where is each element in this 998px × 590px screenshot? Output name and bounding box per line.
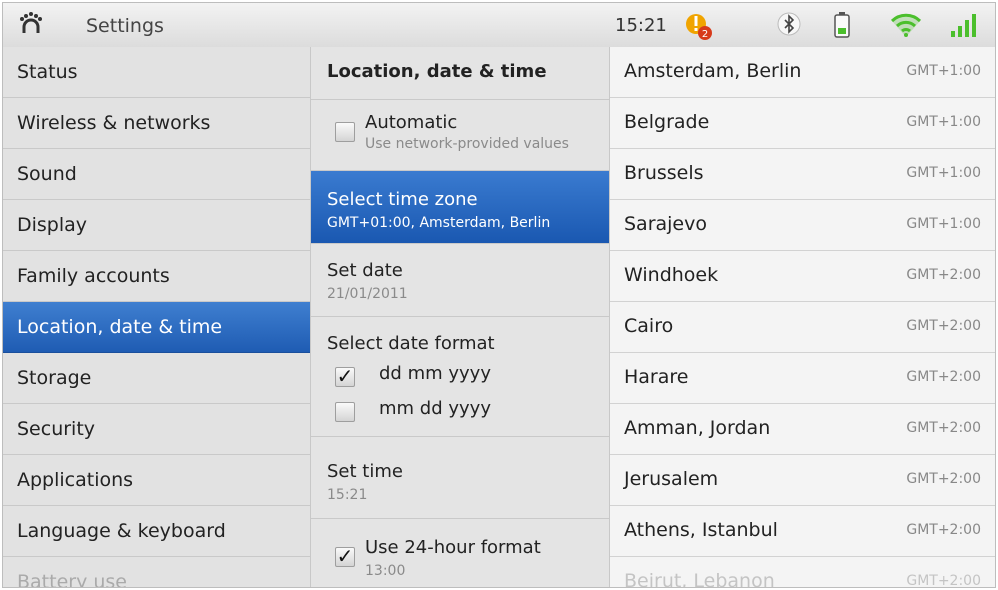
status-clock: 15:21 bbox=[615, 15, 667, 36]
time-zone-name: Amman, Jordan bbox=[624, 417, 771, 439]
time-zone-row-windhoek[interactable]: Windhoek GMT+2:00 bbox=[610, 251, 995, 302]
use-24-hour-checkbox[interactable]: ✓ bbox=[335, 546, 355, 567]
menu-item-sound[interactable]: Sound bbox=[3, 149, 310, 200]
set-date-label: Set date bbox=[327, 260, 403, 281]
wifi-icon bbox=[890, 13, 922, 37]
date-format-option-dd-mm-yyyy[interactable]: dd mm yyyy bbox=[379, 363, 491, 384]
time-zone-name: Belgrade bbox=[624, 111, 710, 133]
time-zone-offset: GMT+2:00 bbox=[906, 471, 981, 487]
time-zone-offset: GMT+2:00 bbox=[906, 267, 981, 283]
time-zone-row-cairo[interactable]: Cairo GMT+2:00 bbox=[610, 302, 995, 353]
date-format-label: Select date format bbox=[327, 333, 495, 354]
time-zone-name: Sarajevo bbox=[624, 213, 707, 235]
panel-title: Location, date & time bbox=[311, 47, 609, 100]
use-24-hour-setting[interactable]: ✓ Use 24-hour format 13:00 bbox=[311, 519, 609, 587]
time-zone-offset: GMT+2:00 bbox=[906, 318, 981, 334]
time-zone-row-amsterdam-berlin[interactable]: Amsterdam, Berlin GMT+1:00 bbox=[610, 47, 995, 98]
time-zone-name: Beirut, Lebanon bbox=[624, 570, 775, 587]
automatic-label: Automatic bbox=[365, 112, 458, 133]
use-24-hour-label: Use 24-hour format bbox=[365, 537, 541, 558]
menu-item-battery-use[interactable]: Battery use bbox=[3, 557, 310, 587]
time-zone-row-athens-istanbul[interactable]: Athens, Istanbul GMT+2:00 bbox=[610, 506, 995, 557]
time-zone-offset: GMT+1:00 bbox=[906, 114, 981, 130]
menu-item-security[interactable]: Security bbox=[3, 404, 310, 455]
time-zone-offset: GMT+2:00 bbox=[906, 369, 981, 385]
time-zone-offset: GMT+2:00 bbox=[906, 522, 981, 538]
menu-item-family-accounts[interactable]: Family accounts bbox=[3, 251, 310, 302]
time-zone-offset: GMT+1:00 bbox=[906, 216, 981, 232]
time-zone-name: Cairo bbox=[624, 315, 674, 337]
time-zone-name: Windhoek bbox=[624, 264, 719, 286]
automatic-setting[interactable]: Automatic Use network-provided values bbox=[311, 100, 609, 171]
time-zone-offset: GMT+2:00 bbox=[906, 420, 981, 436]
time-zone-label: Select time zone bbox=[327, 189, 478, 210]
time-zone-offset: GMT+1:00 bbox=[906, 165, 981, 181]
time-zone-name: Brussels bbox=[624, 162, 704, 184]
time-zone-offset: GMT+2:00 bbox=[906, 573, 981, 587]
time-zone-row-beirut-lebanon[interactable]: Beirut, Lebanon GMT+2:00 bbox=[610, 557, 995, 587]
time-zone-row-amman-jordan[interactable]: Amman, Jordan GMT+2:00 bbox=[610, 404, 995, 455]
time-zone-name: Amsterdam, Berlin bbox=[624, 60, 802, 82]
date-time-settings-panel: Location, date & time Automatic Use netw… bbox=[311, 47, 610, 587]
select-time-zone-setting[interactable]: Select time zone GMT+01:00, Amsterdam, B… bbox=[311, 171, 609, 244]
settings-category-list: Status Wireless & networks Sound Display… bbox=[3, 47, 311, 587]
time-zone-row-brussels[interactable]: Brussels GMT+1:00 bbox=[610, 149, 995, 200]
android-logo-icon bbox=[20, 12, 42, 33]
time-zone-row-harare[interactable]: Harare GMT+2:00 bbox=[610, 353, 995, 404]
time-zone-row-belgrade[interactable]: Belgrade GMT+1:00 bbox=[610, 98, 995, 149]
time-zone-value: GMT+01:00, Amsterdam, Berlin bbox=[327, 215, 551, 231]
battery-icon bbox=[834, 12, 850, 38]
time-zone-row-sarajevo[interactable]: Sarajevo GMT+1:00 bbox=[610, 200, 995, 251]
bluetooth-icon bbox=[777, 12, 801, 36]
app-title: Settings bbox=[86, 15, 164, 37]
date-format-option-dd-mm-yyyy-checkbox[interactable]: ✓ bbox=[335, 366, 355, 387]
menu-item-applications[interactable]: Applications bbox=[3, 455, 310, 506]
time-zone-name: Harare bbox=[624, 366, 689, 388]
signal-icon bbox=[951, 14, 976, 37]
time-zone-name: Athens, Istanbul bbox=[624, 519, 778, 541]
settings-window: Settings 15:21 2 Status Wireless & netwo… bbox=[3, 3, 995, 587]
set-time-setting[interactable]: Set time 15:21 bbox=[311, 437, 609, 519]
status-bar: Settings 15:21 2 bbox=[3, 3, 995, 48]
notification-alert-icon[interactable]: 2 bbox=[685, 11, 713, 41]
set-time-value: 15:21 bbox=[327, 487, 368, 503]
menu-item-wireless-networks[interactable]: Wireless & networks bbox=[3, 98, 310, 149]
use-24-hour-sub: 13:00 bbox=[365, 563, 406, 579]
menu-item-location-date-time[interactable]: Location, date & time bbox=[3, 302, 310, 353]
time-zone-offset: GMT+1:00 bbox=[906, 63, 981, 79]
set-time-label: Set time bbox=[327, 461, 403, 482]
time-zone-list: Amsterdam, Berlin GMT+1:00 Belgrade GMT+… bbox=[610, 47, 995, 587]
date-format-setting: Select date format ✓ dd mm yyyy mm dd yy… bbox=[311, 317, 609, 437]
set-date-value: 21/01/2011 bbox=[327, 286, 408, 302]
time-zone-name: Jerusalem bbox=[624, 468, 719, 490]
date-format-option-mm-dd-yyyy[interactable]: mm dd yyyy bbox=[379, 398, 491, 419]
menu-item-storage[interactable]: Storage bbox=[3, 353, 310, 404]
menu-item-status[interactable]: Status bbox=[3, 47, 310, 98]
date-format-option-mm-dd-yyyy-checkbox[interactable] bbox=[335, 402, 355, 422]
menu-item-language-keyboard[interactable]: Language & keyboard bbox=[3, 506, 310, 557]
time-zone-row-jerusalem[interactable]: Jerusalem GMT+2:00 bbox=[610, 455, 995, 506]
set-date-setting[interactable]: Set date 21/01/2011 bbox=[311, 244, 609, 317]
automatic-checkbox[interactable] bbox=[335, 122, 355, 142]
notification-count: 2 bbox=[702, 29, 708, 40]
automatic-sub: Use network-provided values bbox=[365, 136, 569, 152]
menu-item-display[interactable]: Display bbox=[3, 200, 310, 251]
